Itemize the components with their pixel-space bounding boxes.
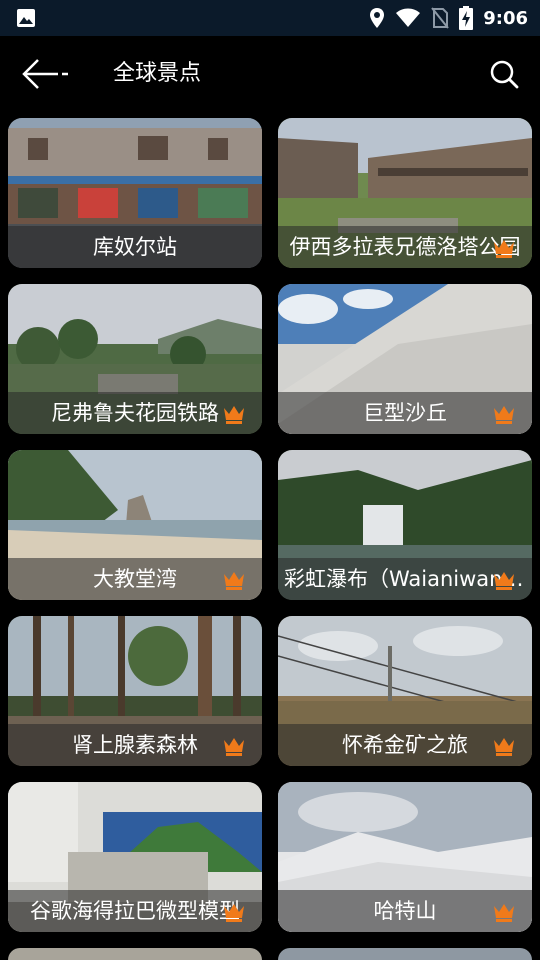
back-arrow-icon[interactable] [18,56,70,92]
battery-charging-icon [459,6,474,30]
attraction-title: 怀希金矿之旅 [342,733,468,757]
wifi-icon [396,8,421,27]
crown-icon [224,572,244,590]
attraction-card[interactable]: 大教堂湾 [8,450,262,600]
card-caption: 库奴尔站 [8,226,262,268]
attraction-card[interactable]: 彩虹瀑布（Waianiwaniwa） [278,450,532,600]
attraction-card[interactable]: 谷歌海得拉巴微型模型 [8,782,262,932]
status-icons: 9:06 [369,6,528,30]
attraction-title: 彩虹瀑布（Waianiwaniwa） [284,567,526,591]
attraction-title: 大教堂湾 [93,567,177,591]
location-icon [370,8,385,28]
attraction-card[interactable]: 伊西多拉表兄德洛塔公园 [278,118,532,268]
attraction-card-partial[interactable] [278,948,532,960]
attraction-card[interactable]: 哈特山 [278,782,532,932]
crown-icon [494,406,514,424]
crown-icon [494,240,514,258]
attraction-title: 谷歌海得拉巴微型模型 [30,899,240,923]
crown-icon [224,738,244,756]
attraction-title: 尼弗鲁夫花园铁路 [51,401,219,425]
no-sim-icon [431,7,449,29]
attraction-title: 巨型沙丘 [363,401,447,425]
attraction-title: 库奴尔站 [93,235,177,259]
attraction-card-partial[interactable] [8,948,262,960]
crown-icon [224,904,244,922]
attraction-card[interactable]: 库奴尔站 [8,118,262,268]
image-icon [17,9,35,27]
search-icon[interactable] [488,58,520,90]
crown-icon [494,738,514,756]
attraction-title: 伊西多拉表兄德洛塔公园 [289,235,521,259]
attraction-card[interactable]: 怀希金矿之旅 [278,616,532,766]
status-bar: 9:06 [0,0,540,36]
crown-icon [494,572,514,590]
attraction-title: 肾上腺素森林 [72,733,198,757]
attraction-card[interactable]: 巨型沙丘 [278,284,532,434]
page-title: 全球景点 [113,61,202,86]
attraction-card[interactable]: 尼弗鲁夫花园铁路 [8,284,262,434]
attraction-title: 哈特山 [373,899,437,923]
app-bar: 全球景点 [0,36,540,112]
attraction-card[interactable]: 肾上腺素森林 [8,616,262,766]
crown-icon [494,904,514,922]
crown-icon [224,406,244,424]
status-time: 9:06 [483,7,528,29]
